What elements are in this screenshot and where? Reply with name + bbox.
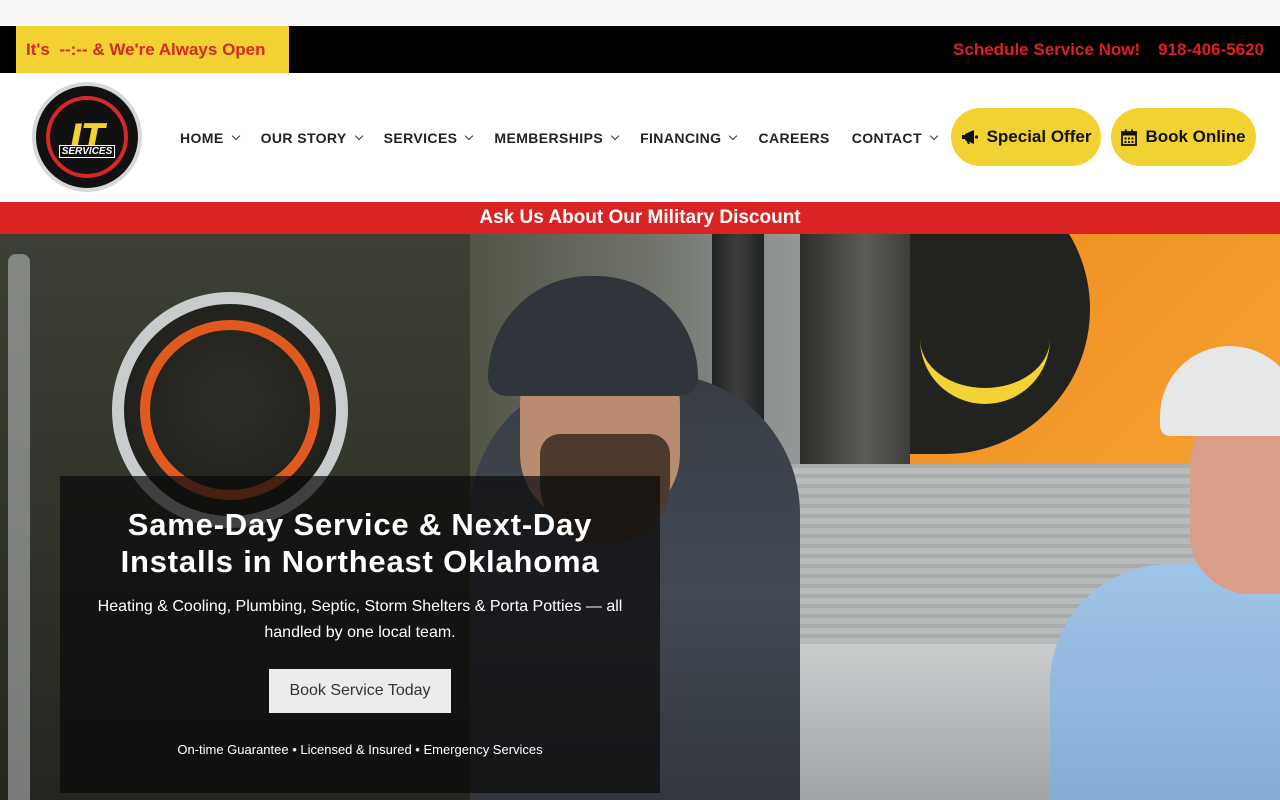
top-bar: It's --:-- & We're Always Open Schedule … (0, 26, 1280, 73)
schedule-service-link[interactable]: Schedule Service Now! (953, 40, 1140, 60)
nav-item-label: SERVICES (383, 129, 458, 146)
nav-item-services[interactable]: SERVICES (383, 129, 474, 146)
top-bar-contacts: Schedule Service Now! 918-406-5620 (953, 26, 1264, 73)
chevron-down-icon (354, 131, 363, 140)
chevron-down-icon (610, 131, 620, 140)
hero-subtitle: Heating & Cooling, Plumbing, Septic, Sto… (97, 598, 623, 641)
special-offer-label: Special Offer (986, 127, 1092, 146)
book-online-button[interactable]: Book Online (1111, 108, 1256, 166)
chevron-down-icon (929, 131, 939, 140)
military-discount-banner[interactable]: Ask Us About Our Military Discount (0, 202, 1280, 234)
hero-card: Same-Day Service & Next-Day Installs in … (60, 476, 660, 793)
chevron-down-icon (465, 131, 474, 140)
nav-item-label: CONTACT (851, 129, 922, 146)
military-discount-text: Ask Us About Our Military Discount (479, 207, 801, 228)
book-service-today-button[interactable]: Book Service Today (269, 669, 451, 713)
logo-ring: JT SERVICES (46, 96, 128, 178)
nav-item-label: MEMBERSHIPS (494, 129, 604, 146)
always-open-badge: It's --:-- & We're Always Open (16, 26, 289, 73)
hero-title: Same-Day Service & Next-Day Installs in … (120, 507, 600, 579)
nav-item-contact[interactable]: CONTACT (851, 129, 939, 146)
nav-item-our-story[interactable]: OUR STORY (260, 129, 363, 146)
chevron-down-icon (729, 131, 738, 140)
jt-services-logo[interactable]: JT SERVICES (32, 82, 142, 192)
calendar-icon (1121, 129, 1138, 146)
nav-item-memberships[interactable]: MEMBERSHIPS (494, 129, 620, 146)
nav-item-label: CAREERS (758, 129, 830, 146)
nav-item-careers[interactable]: CAREERS (758, 130, 829, 146)
nav-item-label: OUR STORY (260, 129, 347, 146)
always-open-text: It's --:-- & We're Always Open (26, 39, 266, 59)
nav-item-home[interactable]: HOME (180, 129, 240, 146)
nav-item-label: HOME (180, 129, 224, 146)
logo-services-text: SERVICES (58, 145, 116, 158)
chevron-down-icon (231, 131, 240, 140)
nav-item-label: FINANCING (640, 129, 722, 146)
book-online-label: Book Online (1145, 127, 1246, 146)
browser-top-strip (0, 0, 1280, 26)
phone-link[interactable]: 918-406-5620 (1158, 40, 1264, 60)
hero-trust-line: On-time Guarantee • Licensed & Insured •… (177, 742, 543, 757)
main-nav: HOME OUR STORY SERVICES MEMBERSHIPS FINA… (180, 73, 959, 202)
special-offer-button[interactable]: Special Offer (951, 108, 1101, 166)
site-header: JT SERVICES HOME OUR STORY SERVICES MEMB… (0, 73, 1280, 202)
nav-item-financing[interactable]: FINANCING (640, 129, 738, 146)
megaphone-icon (961, 130, 978, 144)
